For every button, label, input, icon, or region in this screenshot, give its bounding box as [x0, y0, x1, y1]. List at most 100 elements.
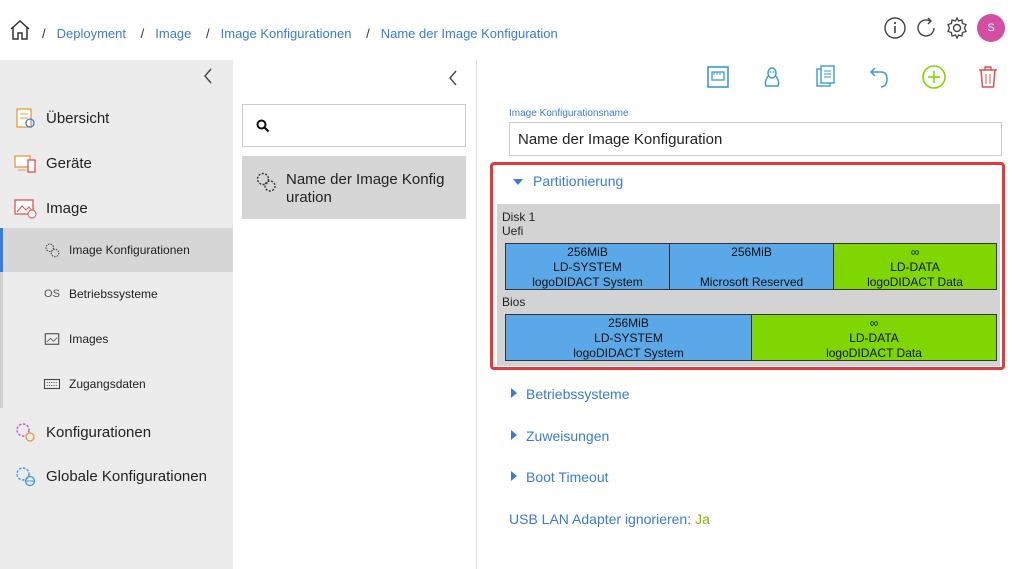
- partitioning-section: Partitionierung Disk 1 Uefi 256MiB LD-SY…: [490, 162, 1005, 370]
- breadcrumb-image-konfigurationen[interactable]: Image Konfigurationen: [221, 26, 352, 41]
- name-field-label: Image Konfigurationsname: [509, 108, 629, 119]
- uefi-label: Uefi: [502, 224, 524, 238]
- partition-label: logoDIDACT System: [532, 275, 643, 289]
- sidebar-subitem-images[interactable]: Images: [0, 317, 233, 361]
- caret-down-icon: [513, 179, 523, 186]
- breadcrumb-deployment[interactable]: Deployment: [57, 26, 126, 41]
- global-config-icon: [16, 467, 36, 487]
- partition-block[interactable]: ∞ LD-DATA logoDIDACT Data: [751, 314, 997, 361]
- linux-icon[interactable]: [759, 64, 785, 90]
- usb-lan-label: USB LAN Adapter ignorieren:: [509, 511, 692, 527]
- name-field[interactable]: Name der Image Konfiguration: [509, 122, 1002, 156]
- sidebar-subitem-label: Images: [69, 332, 109, 346]
- disk-label: Disk 1: [502, 210, 536, 224]
- detail-toolbar: [700, 62, 1012, 92]
- usb-lan-setting: USB LAN Adapter ignorieren: Ja: [509, 511, 710, 527]
- sidebar-item-label: Image: [46, 199, 88, 217]
- partition-size: ∞: [910, 245, 920, 259]
- sidebar-item-label: Übersicht: [46, 109, 110, 127]
- breadcrumb-current[interactable]: Name der Image Konfiguration: [381, 26, 558, 41]
- sidebar-item-label: Konfigurationen: [46, 423, 152, 441]
- partition-name: LD-SYSTEM: [553, 260, 622, 274]
- breadcrumb-image[interactable]: Image: [155, 26, 191, 41]
- gear-cluster-icon: [256, 172, 276, 192]
- sidebar-item-geraete[interactable]: Geräte: [0, 141, 233, 185]
- picture-icon: [44, 333, 60, 345]
- breadcrumb-separator: /: [366, 26, 370, 41]
- section-betriebssysteme[interactable]: Betriebssysteme: [511, 386, 629, 402]
- partition-layout: Disk 1 Uefi 256MiB LD-SYSTEM logoDIDACT …: [497, 204, 1000, 366]
- partitioning-toggle[interactable]: Partitionierung: [513, 173, 623, 189]
- list-column: Name der Image Konfig uration: [233, 60, 477, 569]
- partition-label: logoDIDACT Data: [867, 275, 963, 289]
- section-boot-timeout[interactable]: Boot Timeout: [511, 469, 609, 485]
- network-icon[interactable]: [705, 64, 731, 90]
- partition-label: logoDIDACT Data: [826, 346, 922, 360]
- collapse-list-icon[interactable]: [445, 68, 461, 88]
- image-icon: [14, 199, 37, 219]
- sidebar-subitem-label: Image Konfigurationen: [69, 243, 190, 257]
- search-input[interactable]: [242, 104, 466, 147]
- list-item-label: Name der Image Konfig uration: [286, 171, 445, 206]
- sidebar-item-image[interactable]: Image: [0, 186, 233, 230]
- config-icon: [16, 423, 35, 442]
- gear-icon[interactable]: [945, 16, 969, 40]
- delete-icon[interactable]: [975, 64, 1001, 90]
- devices-icon: [14, 155, 36, 173]
- sidebar-subitem-betriebssysteme[interactable]: OS Betriebssysteme: [0, 272, 233, 316]
- info-icon[interactable]: [883, 16, 907, 40]
- partition-size: 256MiB: [608, 316, 649, 330]
- partition-block[interactable]: 256MiB LD-SYSTEM logoDIDACT System: [505, 314, 752, 361]
- list-item[interactable]: Name der Image Konfig uration: [242, 156, 466, 219]
- section-zuweisungen[interactable]: Zuweisungen: [511, 428, 609, 444]
- gear-cluster-icon: [45, 243, 60, 258]
- refresh-icon[interactable]: [914, 16, 938, 40]
- partition-block[interactable]: 256MiB Microsoft Reserved: [669, 243, 834, 290]
- partition-size: 256MiB: [731, 245, 772, 259]
- caret-right-icon: [511, 388, 517, 398]
- top-bar: / Deployment / Image / Image Konfiguratione…: [0, 0, 1012, 60]
- search-icon: [256, 119, 270, 133]
- sidebar-subitem-label: Zugangsdaten: [69, 377, 146, 391]
- breadcrumb-separator: /: [42, 26, 46, 41]
- sidebar-item-konfigurationen[interactable]: Konfigurationen: [0, 410, 233, 454]
- sidebar-item-globale-konfigurationen[interactable]: Globale Konfigurationen: [0, 454, 233, 498]
- sidebar-subitem-zugangsdaten[interactable]: Zugangsdaten: [0, 362, 233, 406]
- keyboard-icon: [43, 378, 61, 390]
- partition-size: 256MiB: [567, 245, 608, 259]
- partition-block[interactable]: ∞ LD-DATA logoDIDACT Data: [833, 243, 997, 290]
- top-actions: S: [876, 13, 1005, 43]
- section-label: Zuweisungen: [526, 428, 610, 444]
- partition-name: LD-SYSTEM: [594, 331, 663, 345]
- partition-name: LD-DATA: [890, 260, 940, 274]
- caret-right-icon: [511, 430, 517, 440]
- collapse-sidebar-icon[interactable]: [200, 66, 216, 86]
- sidebar-subitem-image-konfigurationen[interactable]: Image Konfigurationen: [0, 228, 233, 272]
- sidebar: Übersicht Geräte Image Image Konfigurati…: [0, 60, 233, 569]
- partition-size: ∞: [869, 316, 879, 330]
- os-icon: OS: [44, 288, 60, 300]
- breadcrumb-separator: /: [140, 26, 145, 41]
- add-icon[interactable]: [921, 64, 947, 90]
- undo-icon[interactable]: [867, 64, 893, 90]
- partitioning-title: Partitionierung: [533, 173, 624, 189]
- sidebar-item-label: Globale Konfigurationen: [46, 467, 207, 485]
- copy-icon[interactable]: [813, 64, 839, 90]
- bios-label: Bios: [502, 295, 526, 309]
- overview-icon: [16, 108, 35, 128]
- usb-lan-value[interactable]: Ja: [695, 511, 710, 527]
- partition-block[interactable]: 256MiB LD-SYSTEM logoDIDACT System: [505, 243, 670, 290]
- section-label: Betriebssysteme: [526, 386, 630, 402]
- sidebar-subitem-label: Betriebssysteme: [69, 287, 158, 301]
- partition-name: LD-DATA: [849, 331, 899, 345]
- avatar[interactable]: S: [977, 14, 1005, 42]
- partition-name: [670, 260, 833, 275]
- partition-label: Microsoft Reserved: [699, 275, 804, 289]
- breadcrumb: / Deployment / Image / Image Konfiguratione…: [42, 26, 558, 41]
- breadcrumb-separator: /: [206, 26, 210, 41]
- sidebar-item-uebersicht[interactable]: Übersicht: [0, 96, 233, 140]
- partition-label: logoDIDACT System: [573, 346, 684, 360]
- home-icon[interactable]: [8, 18, 32, 42]
- section-label: Boot Timeout: [526, 469, 609, 485]
- sidebar-item-label: Geräte: [46, 154, 92, 172]
